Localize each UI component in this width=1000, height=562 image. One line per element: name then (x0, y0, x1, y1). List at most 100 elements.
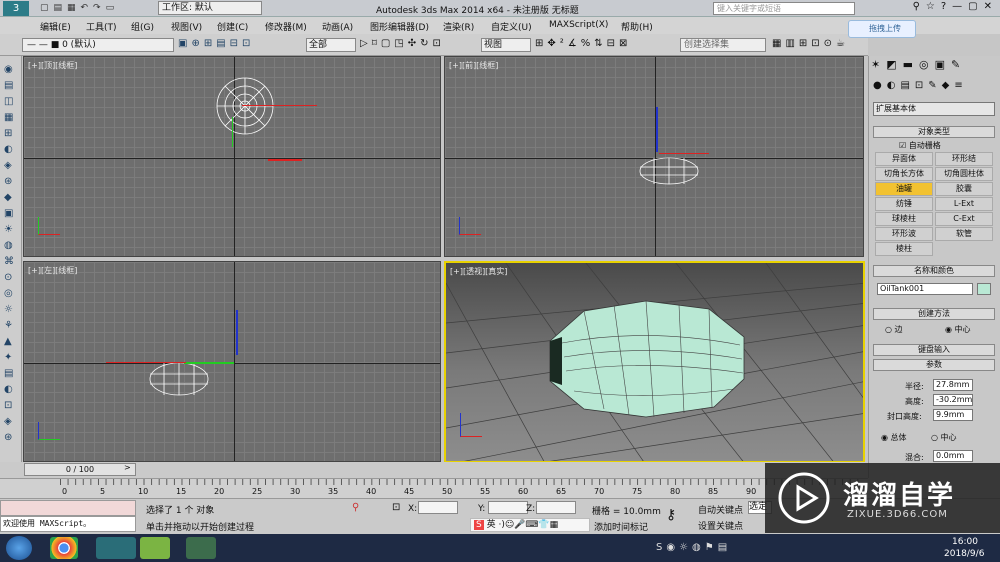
watermark-url: ZIXUE.3D66.COM (847, 509, 948, 520)
search-input[interactable]: 键入关键字或短语 (713, 2, 855, 15)
workspace-dropdown[interactable]: 工作区: 默认 (158, 1, 262, 15)
snap-icons[interactable]: ⊞✥²∡%⇅⊟⊠ (535, 38, 675, 52)
transform-mode-icon[interactable]: ⊡ (392, 502, 400, 513)
command-tabs[interactable]: ✶◩▬◎▣✎ (871, 58, 997, 76)
3dsmax-taskbar-icon[interactable] (96, 537, 136, 559)
autokey-button[interactable]: 自动关键点 (698, 503, 743, 516)
window-controls[interactable]: ⚲☆?—▢✕ (870, 1, 998, 16)
menu-item[interactable]: MAXScript(X) (549, 20, 608, 30)
viewport-top[interactable]: [+][顶][线框] (23, 56, 441, 257)
left-toolbar-icons[interactable]: ◉ ▤ ◫ ▦ ⊞ ◐ ◈ ⊛ ◆ ▣ ☀ ◍ ⌘ ⊙ ◎ ☼ ⚘ ▲ ✦ ▤ ◐ ⊡ ◈ ⊛ (4, 62, 18, 446)
viewport-perspective[interactable]: [+][透视][真实] (444, 261, 865, 463)
toolbar-icons[interactable]: ▣⊕⊞▤⊟⊡ (178, 38, 298, 52)
rollout-name-color[interactable]: 名称和颜色 (873, 265, 995, 277)
object-color-swatch[interactable] (977, 283, 991, 295)
viewport-label: [+][左][线框] (28, 266, 78, 275)
btn-chamfer-cyl[interactable]: 切角圆柱体 (935, 167, 993, 181)
oiltank-wireframe-front[interactable] (639, 157, 699, 185)
time-slider[interactable]: 0 / 100 (24, 463, 136, 476)
maxscript-listener[interactable] (0, 500, 136, 516)
selection-status: 选择了 1 个 对象 (146, 506, 215, 516)
chrome-icon[interactable] (50, 537, 78, 559)
frame-ruler[interactable]: 0 5 10 15 20 25 30 35 40 45 50 55 60 65 70 75 80 85 90 (0, 478, 868, 498)
menu-item[interactable]: 编辑(E) (40, 20, 71, 33)
viewport-left[interactable]: [+][左][线框] (23, 261, 441, 462)
btn-spindle[interactable]: 纺锤 (875, 197, 933, 211)
app-logo-icon[interactable]: 3 (3, 1, 29, 16)
z-coord-input[interactable] (536, 501, 576, 514)
x-coord-input[interactable] (418, 501, 458, 514)
maxscript-input[interactable]: 欢迎使用 MAXScript。 (0, 516, 136, 532)
rollout-creation-method[interactable]: 创建方法 (873, 308, 995, 320)
app-taskbar-icon[interactable] (140, 537, 170, 559)
radio-overall[interactable]: ◉ 总体 (881, 432, 907, 443)
render-icons[interactable]: ▦▥⊞⊡⊙☕ (772, 38, 862, 52)
btn-chamfer-box[interactable]: 切角长方体 (875, 167, 933, 181)
viewport-front[interactable]: [+][前][线框] (444, 56, 864, 257)
btn-prism[interactable]: 棱柱 (875, 242, 933, 256)
ruler-tick-label: 90 (746, 487, 757, 496)
menu-item[interactable]: 帮助(H) (621, 20, 653, 33)
viewport-label: [+][顶][线框] (28, 61, 78, 70)
add-time-tag[interactable]: 添加时间标记 (594, 520, 648, 533)
btn-torus-knot[interactable]: 环形结 (935, 152, 993, 166)
ime-toolbar[interactable]: S 英 ·)☺🎤⌨👕▦ (470, 518, 590, 532)
oiltank-wireframe-left[interactable] (149, 362, 209, 396)
ruler-tick-label: 15 (176, 487, 187, 496)
btn-gengon[interactable]: 球棱柱 (875, 212, 933, 226)
layer-dropdown[interactable]: — — ■ 0 (默认) (22, 38, 174, 52)
oiltank-shaded[interactable] (544, 297, 749, 419)
btn-capsule[interactable]: 胶囊 (935, 182, 993, 196)
radio-edge[interactable]: ○ 边 (885, 324, 903, 335)
gizmo-y-axis (184, 362, 234, 364)
quick-access-icons[interactable]: ▢▤▦↶↷▭ (40, 3, 150, 14)
menu-item[interactable]: 创建(C) (217, 20, 248, 33)
grid-size: 栅格 = 10.0mm (592, 507, 661, 517)
menu-item[interactable]: 自定义(U) (491, 20, 532, 33)
btn-hose[interactable]: 软管 (935, 227, 993, 241)
object-category-dropdown[interactable]: 扩展基本体 (873, 102, 995, 116)
radio-centers[interactable]: ○ 中心 (931, 432, 957, 443)
radio-center[interactable]: ◉ 中心 (945, 324, 971, 335)
btn-oiltank[interactable]: 油罐 (875, 182, 933, 196)
select-tools-icons[interactable]: ▷⌑▢◳✣↻⊡ (360, 38, 478, 52)
menu-item[interactable]: 动画(A) (322, 20, 353, 33)
time-slider-next[interactable]: > (124, 463, 136, 476)
coord-system-dropdown[interactable]: 视图 (481, 38, 531, 52)
btn-ringwave[interactable]: 环形波 (875, 227, 933, 241)
rollout-keyboard-entry[interactable]: 键盘输入 (873, 344, 995, 356)
sphere-wireframe[interactable] (214, 75, 276, 137)
autogrid-checkbox[interactable]: ☑ 自动栅格 (899, 140, 941, 151)
blend-input[interactable]: 0.0mm (933, 450, 973, 462)
height-input[interactable]: -30.2mm (933, 394, 973, 406)
menu-item[interactable]: 修改器(M) (265, 20, 307, 33)
menu-item[interactable]: 视图(V) (171, 20, 202, 33)
object-name-input[interactable]: OilTank001 (877, 283, 973, 295)
radius-input[interactable]: 27.8mm (933, 379, 973, 391)
key-icon[interactable]: ⚷ (666, 507, 676, 523)
upload-button[interactable]: 拖拽上传 (848, 20, 916, 38)
menu-item[interactable]: 图形编辑器(D) (370, 20, 429, 33)
named-selection-input[interactable]: 创建选择集 (680, 38, 766, 52)
rollout-object-type[interactable]: 对象类型 (873, 126, 995, 138)
tray-icons[interactable]: S◉☼◍⚑▤ (656, 542, 756, 556)
menu-item[interactable]: 工具(T) (86, 20, 117, 33)
ruler-tick-label: 5 (100, 487, 106, 496)
menu-item[interactable]: 组(G) (131, 20, 154, 33)
clock-time[interactable]: 16:00 (952, 537, 978, 547)
menu-item[interactable]: 渲染(R) (443, 20, 474, 33)
play-logo-icon (778, 472, 830, 524)
btn-l-ext[interactable]: L-Ext (935, 197, 993, 211)
monitor-taskbar-icon[interactable] (186, 537, 216, 559)
selection-filter-dropdown[interactable]: 全部 (306, 38, 356, 52)
cap-height-input[interactable]: 9.9mm (933, 409, 973, 421)
start-button[interactable] (6, 536, 32, 560)
clock-date[interactable]: 2018/9/6 (944, 549, 984, 559)
y-coord-input[interactable] (488, 501, 528, 514)
btn-c-ext[interactable]: C-Ext (935, 212, 993, 226)
btn-hedra[interactable]: 异面体 (875, 152, 933, 166)
lock-selection-icon[interactable]: ⚲ (352, 502, 359, 513)
create-category-icons[interactable]: ●◐▤⊡✎◆≡ (873, 80, 997, 94)
setkey-button[interactable]: 设置关键点 (698, 519, 743, 532)
rollout-parameters[interactable]: 参数 (873, 359, 995, 371)
